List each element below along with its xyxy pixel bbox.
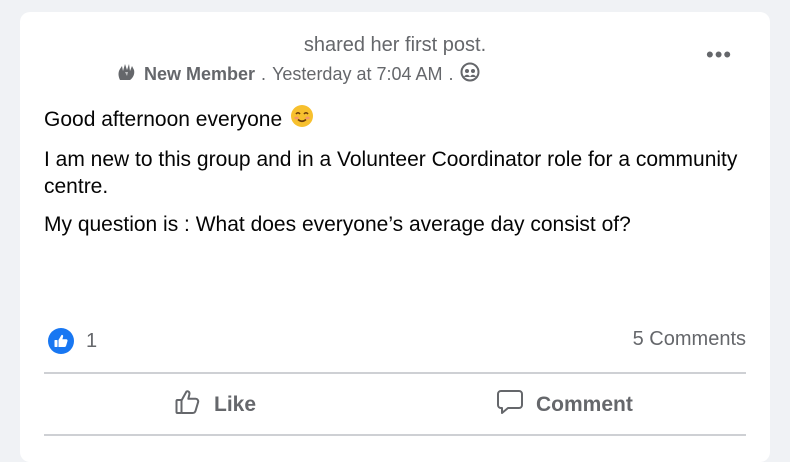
reaction-count: 1 — [86, 329, 98, 352]
reaction-summary[interactable]: 1 — [48, 328, 97, 354]
new-member-badge-icon — [116, 62, 138, 87]
post-greeting-line: Good afternoon everyone — [44, 104, 744, 135]
post-greeting: Good afternoon everyone — [44, 108, 283, 131]
meta-separator: . — [448, 64, 454, 84]
post-meta: New Member . Yesterday at 7:04 AM . — [116, 62, 480, 87]
post-timestamp[interactable]: Yesterday at 7:04 AM — [272, 64, 442, 85]
more-options-button[interactable]: ••• — [706, 44, 732, 66]
comments-count-link[interactable]: 5 Comments — [633, 328, 746, 351]
comment-label: Comment — [536, 393, 633, 416]
smiling-face-icon — [290, 104, 314, 135]
comment-button[interactable]: Comment — [496, 388, 633, 422]
like-button[interactable]: Like — [174, 388, 256, 422]
meta-separator: . — [261, 64, 267, 84]
new-member-badge-label[interactable]: New Member — [144, 64, 255, 85]
post-body: Good afternoon everyone I am new to this… — [44, 104, 744, 249]
thumbs-up-reaction-icon — [48, 328, 74, 354]
comment-bubble-icon — [496, 388, 524, 422]
thumbs-up-icon — [174, 388, 202, 422]
post-paragraph-2: My question is : What does everyone’s av… — [44, 213, 631, 236]
shared-first-post-text: shared her first post. — [303, 34, 487, 56]
post-paragraph-1: I am new to this group and in a Voluntee… — [44, 148, 738, 198]
divider — [44, 372, 746, 374]
like-label: Like — [214, 393, 257, 416]
post-card: shared her first post. New Member . Yest… — [20, 12, 770, 462]
group-audience-icon — [460, 62, 480, 87]
divider — [44, 434, 746, 436]
